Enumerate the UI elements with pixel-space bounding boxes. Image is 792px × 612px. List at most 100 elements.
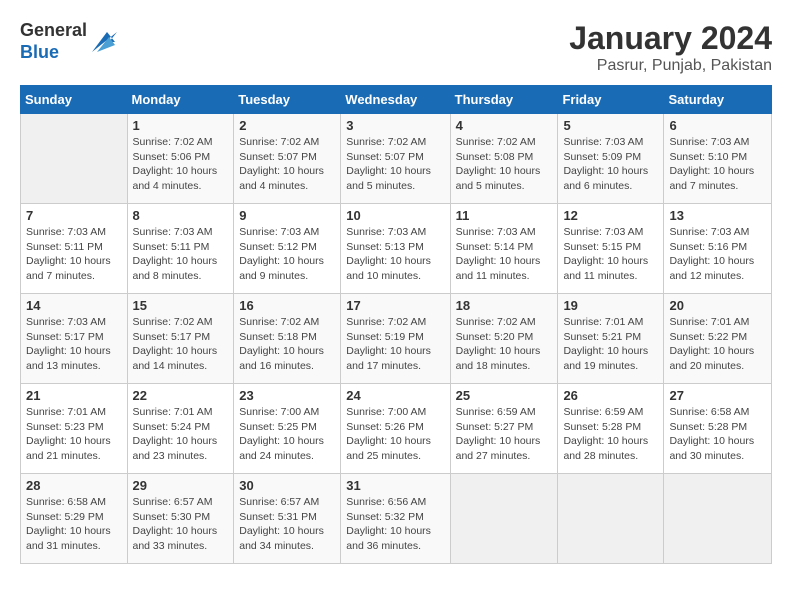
column-header-saturday: Saturday [664,86,772,114]
title-block: January 2024 Pasrur, Punjab, Pakistan [569,20,772,75]
day-cell: 20 Sunrise: 7:01 AM Sunset: 5:22 PM Dayli… [664,294,772,384]
day-info: Sunrise: 7:01 AM Sunset: 5:21 PM Dayligh… [563,315,658,374]
column-header-wednesday: Wednesday [341,86,450,114]
day-number: 10 [346,208,444,223]
day-cell: 10 Sunrise: 7:03 AM Sunset: 5:13 PM Dayli… [341,204,450,294]
day-cell: 4 Sunrise: 7:02 AM Sunset: 5:08 PM Daylig… [450,114,558,204]
day-number: 25 [456,388,553,403]
calendar-body: 1Sunrise: 7:02 AM Sunset: 5:06 PM Daylig… [21,114,772,564]
day-info: Sunrise: 7:01 AM Sunset: 5:24 PM Dayligh… [133,405,229,464]
day-cell: 18 Sunrise: 7:02 AM Sunset: 5:20 PM Dayli… [450,294,558,384]
day-cell: 15 Sunrise: 7:02 AM Sunset: 5:17 PM Dayli… [127,294,234,384]
day-info: Sunrise: 7:03 AM Sunset: 5:15 PM Dayligh… [563,225,658,284]
column-header-sunday: Sunday [21,86,128,114]
day-info: Sunrise: 6:59 AM Sunset: 5:27 PM Dayligh… [456,405,553,464]
day-cell: 30 Sunrise: 6:57 AM Sunset: 5:31 PM Dayli… [234,474,341,564]
day-number: 9 [239,208,335,223]
day-info: Sunrise: 7:03 AM Sunset: 5:14 PM Dayligh… [456,225,553,284]
day-number: 14 [26,298,122,313]
header-row: SundayMondayTuesdayWednesdayThursdayFrid… [21,86,772,114]
day-info: Sunrise: 7:02 AM Sunset: 5:06 PM Dayligh… [133,135,229,194]
day-number: 26 [563,388,658,403]
day-cell: 6Sunrise: 7:03 AM Sunset: 5:10 PM Daylig… [664,114,772,204]
logo-blue: Blue [20,42,59,62]
day-number: 3 [346,118,444,133]
day-cell: 17 Sunrise: 7:02 AM Sunset: 5:19 PM Dayli… [341,294,450,384]
day-info: Sunrise: 7:02 AM Sunset: 5:17 PM Dayligh… [133,315,229,374]
day-info: Sunrise: 7:02 AM Sunset: 5:07 PM Dayligh… [239,135,335,194]
calendar-header: SundayMondayTuesdayWednesdayThursdayFrid… [21,86,772,114]
day-info: Sunrise: 6:59 AM Sunset: 5:28 PM Dayligh… [563,405,658,464]
day-cell: 13Sunrise: 7:03 AM Sunset: 5:16 PM Dayli… [664,204,772,294]
week-row-3: 14Sunrise: 7:03 AM Sunset: 5:17 PM Dayli… [21,294,772,384]
day-info: Sunrise: 7:03 AM Sunset: 5:13 PM Dayligh… [346,225,444,284]
day-number: 6 [669,118,766,133]
day-number: 4 [456,118,553,133]
day-info: Sunrise: 7:02 AM Sunset: 5:18 PM Dayligh… [239,315,335,374]
logo-text: General Blue [20,20,119,63]
day-info: Sunrise: 7:02 AM Sunset: 5:20 PM Dayligh… [456,315,553,374]
day-cell: 27Sunrise: 6:58 AM Sunset: 5:28 PM Dayli… [664,384,772,474]
day-info: Sunrise: 7:01 AM Sunset: 5:22 PM Dayligh… [669,315,766,374]
day-cell [21,114,128,204]
week-row-5: 28Sunrise: 6:58 AM Sunset: 5:29 PM Dayli… [21,474,772,564]
day-cell: 31Sunrise: 6:56 AM Sunset: 5:32 PM Dayli… [341,474,450,564]
day-number: 27 [669,388,766,403]
day-number: 17 [346,298,444,313]
day-info: Sunrise: 7:01 AM Sunset: 5:23 PM Dayligh… [26,405,122,464]
day-number: 19 [563,298,658,313]
day-cell [664,474,772,564]
day-number: 11 [456,208,553,223]
day-number: 30 [239,478,335,493]
day-info: Sunrise: 7:02 AM Sunset: 5:08 PM Dayligh… [456,135,553,194]
day-cell: 16Sunrise: 7:02 AM Sunset: 5:18 PM Dayli… [234,294,341,384]
day-info: Sunrise: 7:02 AM Sunset: 5:07 PM Dayligh… [346,135,444,194]
day-info: Sunrise: 7:00 AM Sunset: 5:25 PM Dayligh… [239,405,335,464]
day-number: 24 [346,388,444,403]
day-number: 18 [456,298,553,313]
day-cell: 12Sunrise: 7:03 AM Sunset: 5:15 PM Dayli… [558,204,664,294]
day-cell: 24Sunrise: 7:00 AM Sunset: 5:26 PM Dayli… [341,384,450,474]
day-cell: 21 Sunrise: 7:01 AM Sunset: 5:23 PM Dayli… [21,384,128,474]
day-cell: 22 Sunrise: 7:01 AM Sunset: 5:24 PM Dayli… [127,384,234,474]
calendar-table: SundayMondayTuesdayWednesdayThursdayFrid… [20,85,772,564]
day-info: Sunrise: 7:03 AM Sunset: 5:09 PM Dayligh… [563,135,658,194]
day-number: 7 [26,208,122,223]
day-number: 29 [133,478,229,493]
day-number: 2 [239,118,335,133]
day-cell: 26 Sunrise: 6:59 AM Sunset: 5:28 PM Dayli… [558,384,664,474]
day-number: 13 [669,208,766,223]
day-cell [450,474,558,564]
day-number: 20 [669,298,766,313]
day-info: Sunrise: 6:57 AM Sunset: 5:30 PM Dayligh… [133,495,229,554]
day-cell: 2 Sunrise: 7:02 AM Sunset: 5:07 PM Daylig… [234,114,341,204]
week-row-1: 1Sunrise: 7:02 AM Sunset: 5:06 PM Daylig… [21,114,772,204]
day-info: Sunrise: 6:57 AM Sunset: 5:31 PM Dayligh… [239,495,335,554]
day-cell: 25 Sunrise: 6:59 AM Sunset: 5:27 PM Dayli… [450,384,558,474]
day-number: 21 [26,388,122,403]
day-number: 15 [133,298,229,313]
week-row-2: 7 Sunrise: 7:03 AM Sunset: 5:11 PM Daylig… [21,204,772,294]
column-header-monday: Monday [127,86,234,114]
day-number: 28 [26,478,122,493]
day-cell: 14Sunrise: 7:03 AM Sunset: 5:17 PM Dayli… [21,294,128,384]
day-info: Sunrise: 7:02 AM Sunset: 5:19 PM Dayligh… [346,315,444,374]
day-cell: 8Sunrise: 7:03 AM Sunset: 5:11 PM Daylig… [127,204,234,294]
logo-general: General [20,20,87,40]
logo: General Blue [20,20,119,63]
day-cell: 5Sunrise: 7:03 AM Sunset: 5:09 PM Daylig… [558,114,664,204]
day-cell: 3 Sunrise: 7:02 AM Sunset: 5:07 PM Daylig… [341,114,450,204]
day-info: Sunrise: 7:03 AM Sunset: 5:12 PM Dayligh… [239,225,335,284]
day-number: 22 [133,388,229,403]
day-cell: 19 Sunrise: 7:01 AM Sunset: 5:21 PM Dayli… [558,294,664,384]
day-cell: 1Sunrise: 7:02 AM Sunset: 5:06 PM Daylig… [127,114,234,204]
day-info: Sunrise: 7:03 AM Sunset: 5:11 PM Dayligh… [133,225,229,284]
day-number: 31 [346,478,444,493]
calendar-subtitle: Pasrur, Punjab, Pakistan [569,57,772,75]
column-header-friday: Friday [558,86,664,114]
day-cell: 9 Sunrise: 7:03 AM Sunset: 5:12 PM Daylig… [234,204,341,294]
day-cell: 11 Sunrise: 7:03 AM Sunset: 5:14 PM Dayli… [450,204,558,294]
logo-icon [89,27,119,57]
day-number: 23 [239,388,335,403]
calendar-title: January 2024 [569,20,772,57]
